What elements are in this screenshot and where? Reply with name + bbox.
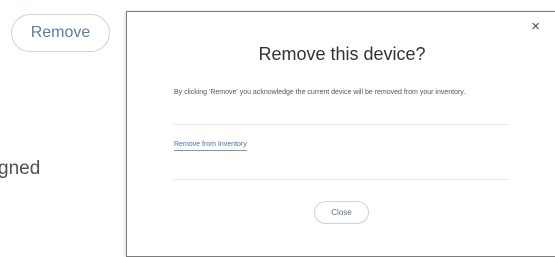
remove-device-dialog: × Remove this device? By clicking 'Remov… (126, 11, 555, 257)
divider (174, 124, 508, 125)
dialog-title: Remove this device? (258, 44, 426, 64)
divider (174, 179, 508, 180)
remove-from-inventory-link[interactable]: Remove from Inventory (174, 141, 247, 151)
remove-button[interactable]: Remove (11, 14, 110, 52)
close-button[interactable]: Close (314, 201, 369, 224)
background-text: gned (0, 158, 41, 179)
close-icon[interactable]: × (531, 19, 540, 34)
dialog-message: By clicking 'Remove' you acknowledge the… (174, 89, 466, 96)
